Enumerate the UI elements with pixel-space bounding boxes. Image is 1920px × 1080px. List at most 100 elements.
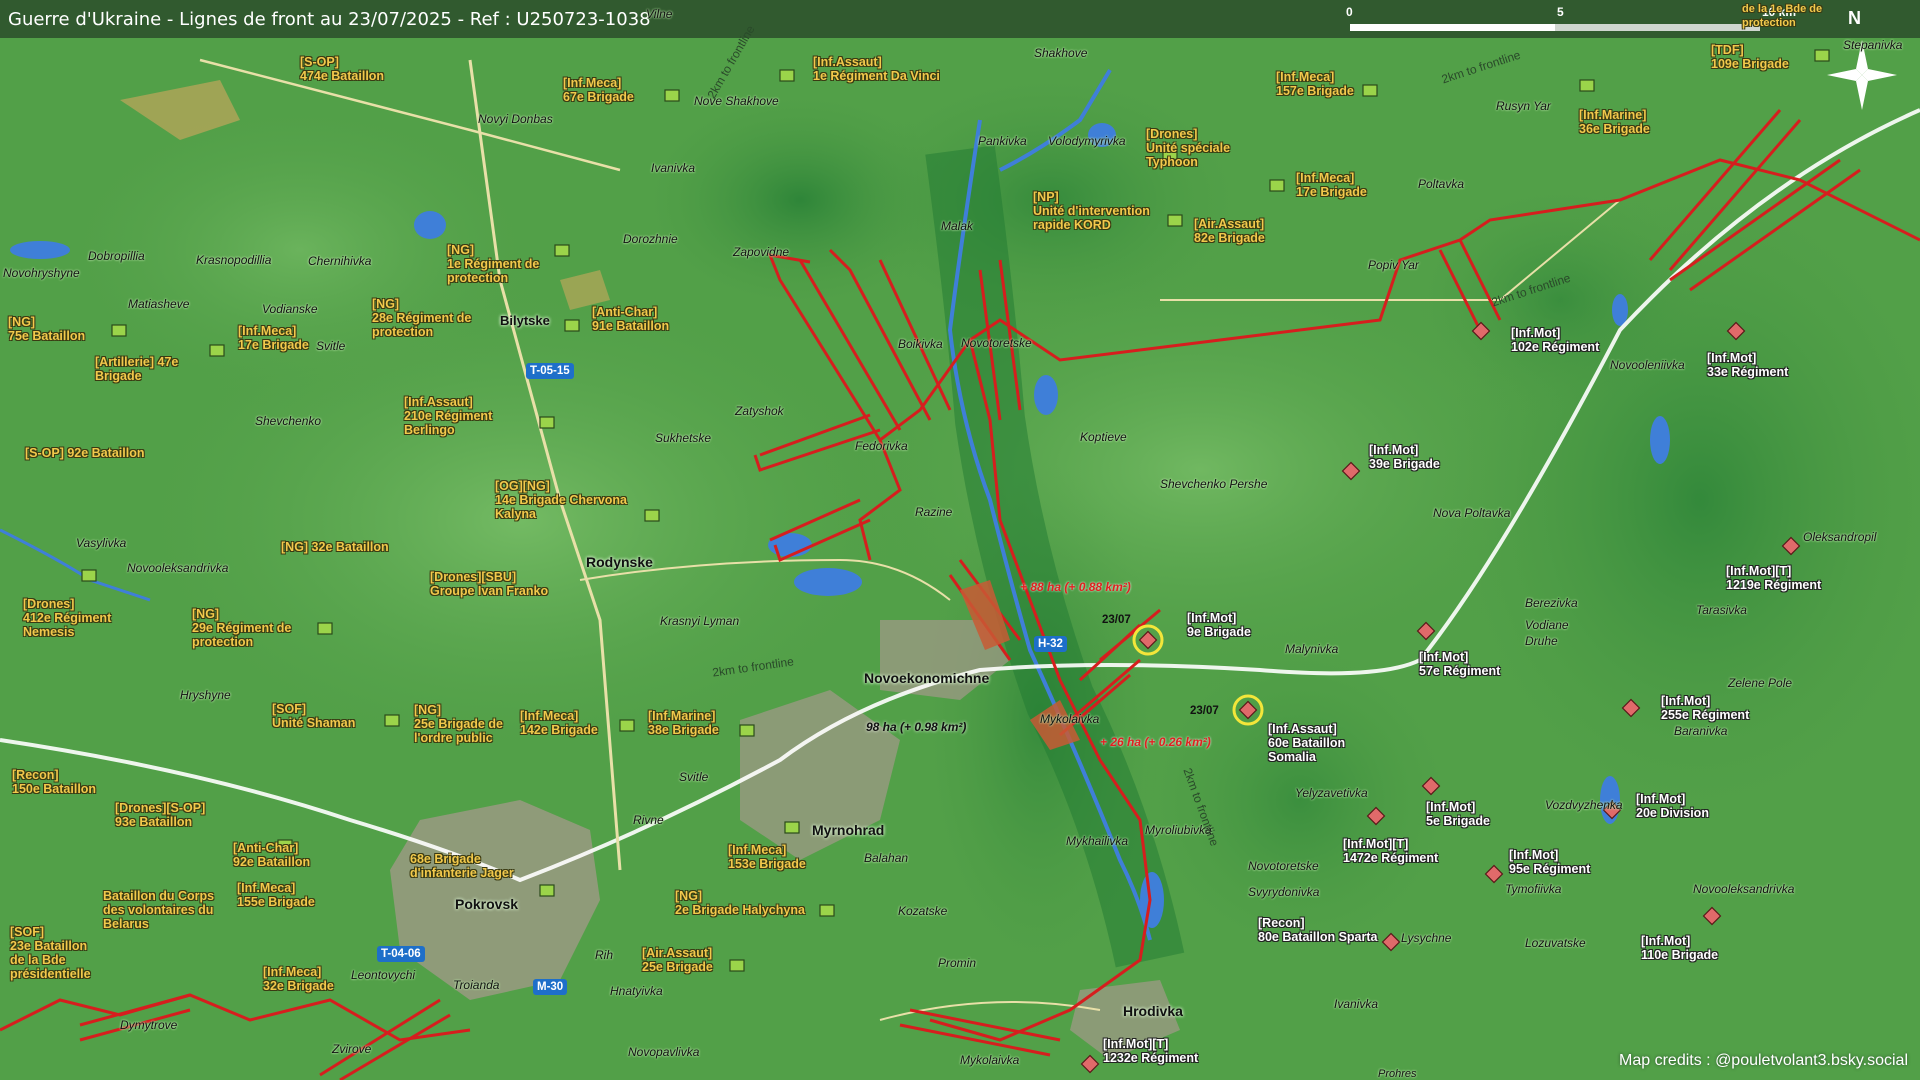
ru-unit[interactable]: [Inf.Mot] 9e Brigade — [1187, 611, 1251, 639]
place-label: Lysychne — [1401, 931, 1452, 945]
map-credits: Map credits : @pouletvolant3.bsky.social — [1619, 1052, 1908, 1069]
ru-unit[interactable]: [Inf.Mot][T] 1472e Régiment — [1343, 837, 1438, 865]
ua-unit[interactable]: [Inf.Meca] 155e Brigade — [237, 881, 315, 909]
ru-unit[interactable]: [Inf.Mot][T] 1232e Régiment — [1103, 1037, 1198, 1065]
place-label: Lozuvatske — [1525, 936, 1586, 950]
place-label: Leontovychi — [351, 968, 416, 982]
road-shield: T-05-15 — [526, 363, 574, 379]
road-shield: T-04-06 — [377, 946, 425, 962]
ua-unit[interactable]: [Inf.Meca] 17e Brigade — [1296, 171, 1367, 199]
ua-unit[interactable]: [Inf.Meca] 67e Brigade — [563, 76, 634, 104]
ua-unit[interactable]: [Inf.Marine] 38e Brigade — [648, 709, 719, 737]
place-label: Razine — [915, 505, 953, 519]
place-label: Ivanivka — [1334, 997, 1379, 1011]
ua-unit[interactable]: [Inf.Assaut] 1e Régiment Da Vinci — [813, 55, 940, 83]
place-label: Malak — [941, 219, 974, 233]
ua-unit[interactable]: [TDF] 109e Brigade — [1711, 43, 1789, 71]
ua-unit[interactable]: [Drones][SBU] Groupe Ivan Franko — [430, 570, 548, 598]
ua-unit[interactable]: [Inf.Marine] 36e Brigade — [1579, 108, 1650, 136]
ua-unit[interactable]: [Inf.Meca] 17e Brigade — [238, 324, 309, 352]
place-label: Malynivka — [1285, 642, 1339, 656]
ua-unit[interactable]: [Drones] Unité spéciale Typhoon — [1146, 127, 1230, 169]
place-label: Volodymyrivka — [1048, 134, 1126, 148]
place-label: Koptieve — [1080, 430, 1127, 444]
ua-unit[interactable]: [Air.Assaut] 82e Brigade — [1194, 217, 1265, 245]
place-label: Novooleksandrivka — [1693, 882, 1795, 896]
ua-unit[interactable]: [Recon] 150e Bataillon — [12, 768, 96, 796]
ru-unit[interactable]: [Inf.Mot] 255e Régiment — [1661, 694, 1749, 722]
ru-unit[interactable]: [Inf.Mot] 5e Brigade — [1426, 800, 1490, 828]
place-label: Krasnyi Lyman — [660, 614, 740, 628]
territory-gain: 98 ha (+ 0.98 km²) — [866, 720, 967, 734]
ru-unit[interactable]: [Inf.Mot][T] 1219e Régiment — [1726, 564, 1821, 592]
ua-unit[interactable]: [NG] 1e Régiment de protection — [447, 243, 539, 285]
ua-unit[interactable]: [Inf.Assaut] 210e Régiment Berlingo — [404, 395, 492, 437]
scale-label-0: 0 — [1346, 5, 1353, 19]
ru-unit[interactable]: [Inf.Assaut] 60e Bataillon Somalia — [1268, 722, 1345, 764]
place-label: Poltavka — [1418, 177, 1465, 191]
ua-unit[interactable]: [OG][NG] 14e Brigade Chervona Kalyna — [495, 479, 627, 521]
place-label: Vozdvyzhenka — [1545, 798, 1623, 812]
north-arrow: N — [1848, 8, 1861, 28]
town-label: Rodynske — [586, 554, 653, 570]
ua-unit[interactable]: Bataillon du Corps des volontaires du Be… — [103, 889, 214, 931]
place-label: Vodianske — [262, 302, 318, 316]
ua-unit[interactable]: [S-OP] 474e Bataillon — [300, 55, 384, 83]
place-label: Rusyn Yar — [1496, 99, 1551, 113]
place-label: Hryshyne — [180, 688, 231, 702]
ua-unit[interactable]: [NG] 28e Régiment de protection — [372, 297, 471, 339]
place-label: Svitle — [679, 770, 709, 784]
place-label: Dorozhnie — [623, 232, 678, 246]
ua-unit[interactable]: [Drones] 412e Régiment Nemesis — [23, 597, 111, 639]
ru-unit[interactable]: [Inf.Mot] 57e Régiment — [1419, 650, 1500, 678]
place-label: Pankivka — [978, 134, 1027, 148]
ua-unit[interactable]: [Inf.Meca] 153e Brigade — [728, 843, 806, 871]
ua-unit[interactable]: [NG] 2e Brigade Halychyna — [675, 889, 805, 917]
ua-unit[interactable]: [NG] 75e Bataillon — [8, 315, 85, 343]
ua-unit[interactable]: [Air.Assaut] 25e Brigade — [642, 946, 713, 974]
ua-unit[interactable]: [SOF] 23e Bataillon de la Bde présidenti… — [10, 925, 91, 981]
ru-unit[interactable]: [Inf.Mot] 33e Régiment — [1707, 351, 1788, 379]
town-label: Pokrovsk — [455, 896, 519, 912]
place-label: Novyi Donbas — [478, 112, 553, 126]
map-title: Guerre d'Ukraine - Lignes de front au 23… — [8, 9, 651, 30]
town-label: Hrodivka — [1123, 1003, 1183, 1019]
scale-bar — [1350, 24, 1760, 31]
place-label: Popiv Yar — [1368, 258, 1419, 272]
ua-unit[interactable]: [NG] 29e Régiment de protection — [192, 607, 291, 649]
place-label: Balahan — [864, 851, 909, 865]
ua-unit[interactable]: [Inf.Meca] 157e Brigade — [1276, 70, 1354, 98]
place-label: Dobropillia — [88, 249, 145, 263]
ru-unit[interactable]: [Recon] 80e Bataillon Sparta — [1258, 916, 1378, 944]
ru-unit[interactable]: [Inf.Mot] 39e Brigade — [1369, 443, 1440, 471]
ua-unit[interactable]: 68e Brigade d'infanterie Jager — [410, 852, 514, 880]
road-shield: H-32 — [1034, 636, 1067, 652]
ua-unit[interactable]: de la 1e Bde de protection — [1742, 2, 1822, 30]
place-label: Rih — [595, 948, 614, 962]
ua-unit[interactable]: [Inf.Meca] 32e Brigade — [263, 965, 334, 993]
place-label: Mykolaivka — [960, 1053, 1020, 1067]
ua-unit[interactable]: [NP] Unité d'intervention rapide KORD — [1033, 190, 1150, 232]
town-label: Novoekonomichne — [864, 670, 990, 686]
place-label: Chernihivka — [308, 254, 372, 268]
ru-unit[interactable]: [Inf.Mot] 20e Division — [1636, 792, 1709, 820]
ua-unit[interactable]: [Anti-Char] 92e Bataillon — [233, 841, 310, 869]
place-label: Stepanivka — [1843, 38, 1903, 52]
ua-unit[interactable]: [Drones][S-OP] 93e Bataillon — [115, 801, 205, 829]
place-label: Zatyshok — [735, 404, 784, 418]
ru-unit[interactable]: [Inf.Mot] 102e Régiment — [1511, 326, 1599, 354]
ua-unit[interactable]: [Inf.Meca] 142e Brigade — [520, 709, 598, 737]
ua-unit[interactable]: [Artillerie] 47e Brigade — [95, 355, 178, 383]
ua-unit[interactable]: [S-OP] 92e Bataillon — [25, 446, 144, 460]
place-label: Hnatyivka — [610, 984, 663, 998]
place-label: Novopavlivka — [628, 1045, 700, 1059]
place-label: Vodiane Druhe — [1525, 618, 1569, 648]
ru-unit[interactable]: [Inf.Mot] 110e Brigade — [1641, 934, 1718, 962]
ua-unit[interactable]: [SOF] Unité Shaman — [272, 702, 355, 730]
ru-unit[interactable]: [Inf.Mot] 95e Régiment — [1509, 848, 1590, 876]
ua-unit[interactable]: [Anti-Char] 91e Bataillon — [592, 305, 669, 333]
place-label: Boikivka — [898, 337, 943, 351]
ua-unit[interactable]: [NG] 25e Brigade de l'ordre public — [414, 703, 503, 745]
place-label: Vasylivka — [76, 536, 127, 550]
ua-unit[interactable]: [NG] 32e Bataillon — [281, 540, 389, 554]
